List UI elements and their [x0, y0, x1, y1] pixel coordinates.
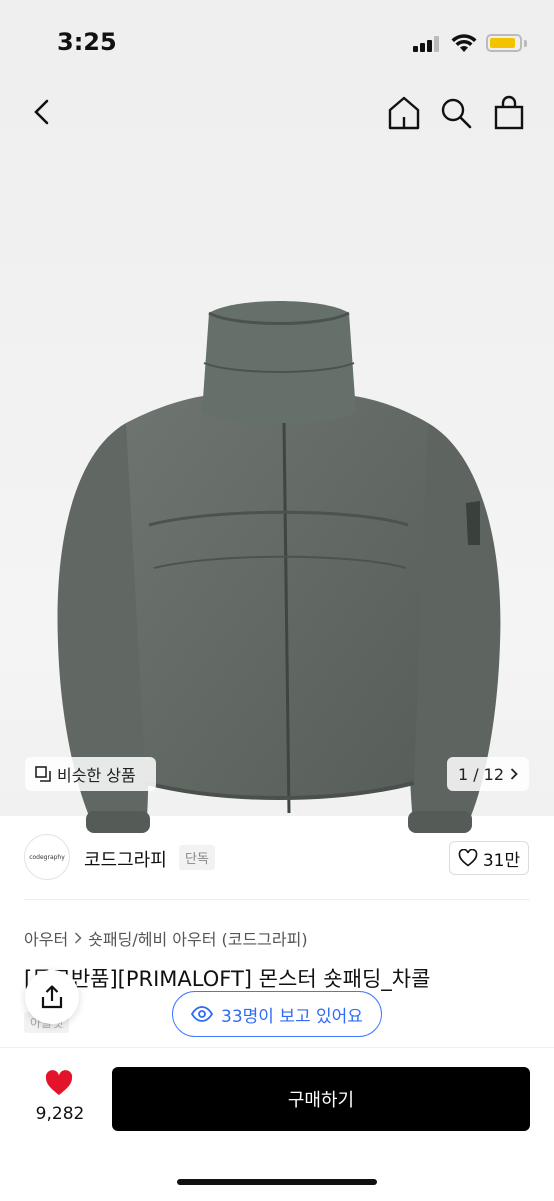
- wifi-icon: [451, 34, 477, 52]
- cart-button[interactable]: [492, 95, 526, 131]
- brand-logo[interactable]: codegraphy: [24, 834, 70, 880]
- home-button[interactable]: [386, 95, 422, 131]
- brand-like-button[interactable]: 31만: [449, 841, 529, 875]
- wish-count: 9,282: [35, 1104, 85, 1124]
- back-button[interactable]: [28, 96, 58, 128]
- product-image-gallery[interactable]: 비슷한 상품 1 / 12: [0, 88, 554, 833]
- viewers-indicator: 33명이 보고 있어요: [172, 991, 382, 1037]
- buy-button-label: 구매하기: [287, 1090, 355, 1110]
- shopping-bag-icon: [494, 95, 524, 130]
- status-bar: 3:25: [0, 0, 554, 88]
- similar-icon: [35, 766, 51, 782]
- buy-button[interactable]: 구매하기: [112, 1067, 530, 1131]
- exclusive-badge: 단독: [179, 845, 215, 870]
- search-button[interactable]: [439, 95, 473, 131]
- brand-like-count: 31만: [482, 850, 521, 871]
- heart-outline-icon: [458, 849, 478, 867]
- chevron-right-icon: [75, 932, 82, 944]
- cellular-signal-icon: [413, 36, 441, 52]
- heart-filled-icon[interactable]: [44, 1069, 74, 1097]
- brand-name[interactable]: 코드그라피: [84, 846, 167, 872]
- eye-icon: [191, 1006, 214, 1022]
- similar-products-label: 비슷한 상품: [57, 766, 136, 785]
- share-icon: [41, 985, 63, 1009]
- breadcrumb-item[interactable]: 아우터: [24, 926, 68, 950]
- search-icon: [441, 98, 472, 129]
- breadcrumb: 아우터 숏패딩/헤비 아우터 (코드그라피): [24, 926, 308, 950]
- divider: [24, 899, 530, 900]
- brand-logo-text: codegraphy: [29, 853, 65, 861]
- home-icon: [388, 96, 420, 130]
- pager-text: 1 / 12: [457, 764, 505, 784]
- viewers-text: 33명이 보고 있어요: [221, 1006, 363, 1027]
- status-time: 3:25: [57, 28, 117, 56]
- share-button[interactable]: [25, 970, 79, 1024]
- similar-products-button[interactable]: 비슷한 상품: [25, 757, 156, 791]
- brand-row: codegraphy 코드그라피 단독 31만: [0, 826, 554, 890]
- back-icon: [34, 99, 49, 125]
- product-title: [무료반품][PRIMALOFT] 몬스터 숏패딩_차콜: [24, 967, 431, 991]
- chevron-right-icon: [510, 768, 518, 780]
- battery-icon: [486, 34, 522, 52]
- breadcrumb-item[interactable]: 숏패딩/헤비 아우터 (코드그라피): [88, 926, 307, 950]
- image-pager[interactable]: 1 / 12: [447, 757, 529, 791]
- home-indicator: [177, 1179, 377, 1185]
